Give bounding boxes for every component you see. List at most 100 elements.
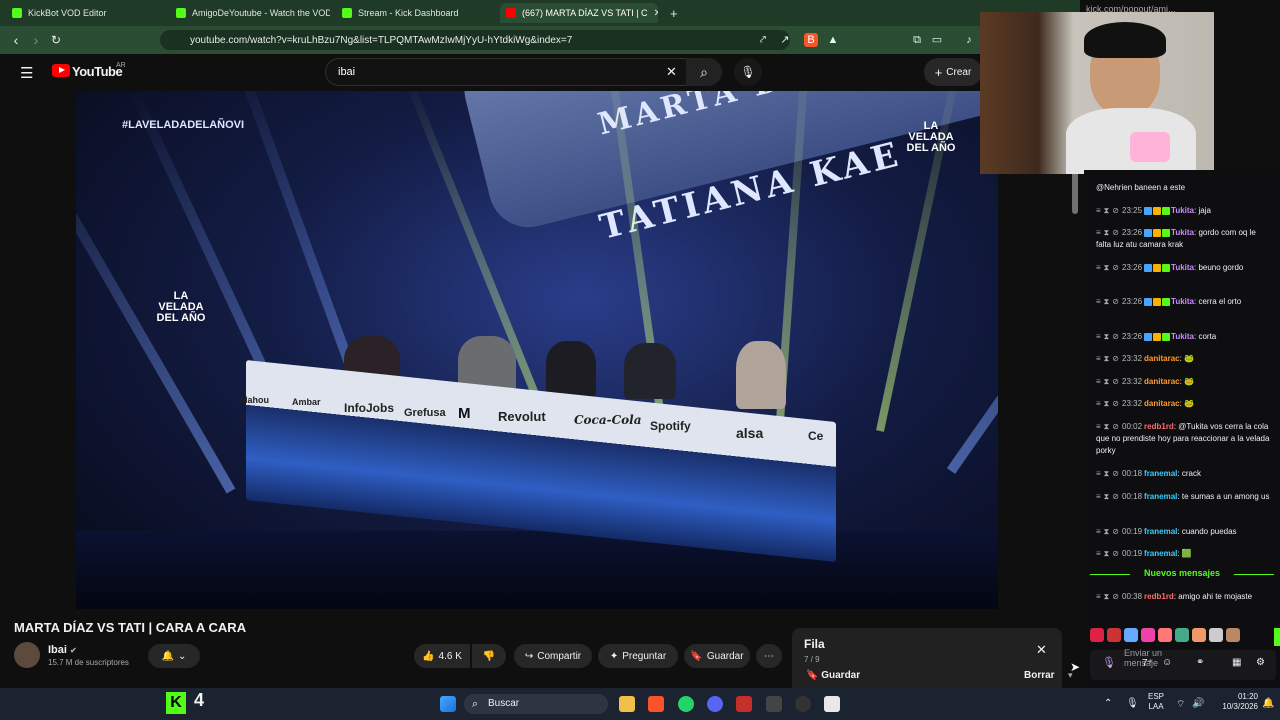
chat-username[interactable]: Tukita <box>1171 297 1194 306</box>
app-icon[interactable] <box>766 696 782 712</box>
brave-shield-icon[interactable]: B <box>804 33 818 47</box>
ban-icon[interactable]: ⊘ <box>1112 492 1119 501</box>
video-player[interactable]: TATIANA KAE MARTA D #LAVELADADELAÑOVI LA… <box>76 91 998 609</box>
chat-username[interactable]: Tukita <box>1171 263 1194 272</box>
clock[interactable]: 01:20 10/3/2026 <box>1208 692 1258 712</box>
tab-kick-dashboard[interactable]: Stream - Kick Dashboard <box>336 3 496 23</box>
settings-icon[interactable]: ⚙ <box>1256 657 1265 668</box>
menu-icon[interactable]: ☰ <box>20 64 33 82</box>
ban-icon[interactable]: ⊘ <box>1112 399 1119 408</box>
chat-username[interactable]: danitarac <box>1144 377 1180 386</box>
chat-username[interactable]: franemal <box>1144 469 1177 478</box>
tab-amigodeyoutube[interactable]: AmigoDeYoutube - Watch the VOD % <box>170 3 330 23</box>
chat-username[interactable]: franemal <box>1144 549 1177 558</box>
smiley-icon[interactable]: ☺ <box>1162 657 1172 668</box>
volume-icon[interactable]: 🔊 <box>1192 698 1204 709</box>
ban-icon[interactable]: ⊘ <box>1112 228 1119 237</box>
emote-icon[interactable] <box>1192 628 1206 642</box>
emote-icon[interactable] <box>1090 628 1104 642</box>
emote-icon[interactable] <box>1158 628 1172 642</box>
pin-icon[interactable]: ≡ <box>1096 422 1101 431</box>
notifications-button[interactable]: 🔔 ⌄ <box>148 644 200 668</box>
timeout-icon[interactable]: ⧗ <box>1104 206 1110 215</box>
pin-icon[interactable]: ≡ <box>1096 228 1101 237</box>
emote-icon[interactable]: 7⁺ <box>1142 658 1153 669</box>
pin-icon[interactable]: ≡ <box>1096 206 1101 215</box>
ban-icon[interactable]: ⊘ <box>1112 332 1119 341</box>
tab-kickbot[interactable]: KickBot VOD Editor <box>6 3 166 23</box>
chat-username[interactable]: redb1rd <box>1144 422 1174 431</box>
timeout-icon[interactable]: ⧗ <box>1104 469 1110 478</box>
back-icon[interactable]: ‹ <box>6 32 26 48</box>
pin-icon[interactable]: ≡ <box>1096 354 1101 363</box>
ask-button[interactable]: ✦ Preguntar <box>598 644 678 668</box>
music-icon[interactable]: ♪ <box>962 33 976 47</box>
reload-icon[interactable]: ↻ <box>46 33 66 47</box>
chat-username[interactable]: danitarac <box>1144 354 1180 363</box>
new-tab-button[interactable]: + <box>664 3 680 23</box>
pin-icon[interactable]: ≡ <box>1096 492 1101 501</box>
open-external-icon[interactable]: ⤤ <box>756 33 770 47</box>
ban-icon[interactable]: ⊘ <box>1112 527 1119 536</box>
timeout-icon[interactable]: ⧗ <box>1104 592 1110 601</box>
like-button[interactable]: 👍 4.6 K <box>414 644 470 668</box>
chat-username[interactable]: Tukita <box>1171 228 1194 237</box>
timeout-icon[interactable]: ⧗ <box>1104 549 1110 558</box>
emote-icon[interactable] <box>1107 628 1121 642</box>
app-icon[interactable] <box>824 696 840 712</box>
channel-avatar[interactable] <box>14 642 40 668</box>
chat-username[interactable]: franemal <box>1144 492 1177 501</box>
more-options-icon[interactable]: ⋯ <box>756 644 782 668</box>
gift-icon[interactable]: ▦ <box>1232 657 1241 668</box>
timeout-icon[interactable]: ⧗ <box>1104 399 1110 408</box>
whatsapp-icon[interactable] <box>678 696 694 712</box>
ban-icon[interactable]: ⊘ <box>1112 377 1119 386</box>
timeout-icon[interactable]: ⧗ <box>1104 527 1110 536</box>
clear-search-icon[interactable]: ✕ <box>666 64 677 80</box>
chat-input[interactable]: 🎙 Enviar un mensaje 7⁺ ☺ ⚭ ▦ ⚙ <box>1090 648 1276 680</box>
dislike-button[interactable]: 👎 <box>472 644 506 668</box>
queue-clear-button[interactable]: Borrar <box>1024 670 1055 681</box>
channel-name[interactable]: Ibai ✔ <box>48 644 77 656</box>
emote-icon[interactable] <box>1124 628 1138 642</box>
chat-username[interactable]: Tukita <box>1171 206 1194 215</box>
app-icon[interactable] <box>736 696 752 712</box>
chat-username[interactable]: franemal <box>1144 527 1177 536</box>
pin-icon[interactable]: ≡ <box>1096 549 1101 558</box>
language-indicator[interactable]: ESP LAA <box>1148 692 1164 712</box>
discord-icon[interactable] <box>707 696 723 712</box>
tray-chevron-icon[interactable]: ⌃ <box>1104 698 1112 709</box>
pin-icon[interactable]: ≡ <box>1096 399 1101 408</box>
microphone-tray-icon[interactable]: 🎙 <box>1126 698 1139 709</box>
chat-username[interactable]: danitarac <box>1144 399 1180 408</box>
emote-icon[interactable] <box>1226 628 1240 642</box>
timeout-icon[interactable]: ⧗ <box>1104 332 1110 341</box>
users-icon[interactable]: ⚭ <box>1196 657 1204 668</box>
obs-icon[interactable] <box>795 696 811 712</box>
pin-icon[interactable]: ≡ <box>1096 263 1101 272</box>
forward-icon[interactable]: › <box>26 32 46 48</box>
ban-icon[interactable]: ⊘ <box>1112 297 1119 306</box>
pin-icon[interactable]: ≡ <box>1096 377 1101 386</box>
search-input[interactable]: ibai <box>325 58 721 86</box>
close-tab-icon[interactable]: ✕ <box>654 8 658 19</box>
ban-icon[interactable]: ⊘ <box>1112 263 1119 272</box>
sidebar-icon[interactable]: ▭ <box>930 33 944 47</box>
queue-save-button[interactable]: 🔖 Guardar <box>806 670 860 681</box>
notification-bell-icon[interactable]: 🔔 <box>1262 698 1274 709</box>
pin-icon[interactable]: ≡ <box>1096 469 1101 478</box>
wifi-icon[interactable]: ⌔ <box>1176 698 1185 711</box>
timeout-icon[interactable]: ⧗ <box>1104 422 1110 431</box>
chat-username[interactable]: Tukita <box>1171 332 1194 341</box>
address-bar[interactable]: youtube.com/watch?v=kruLhBzu7Ng&list=TLP… <box>160 30 790 50</box>
file-explorer-icon[interactable] <box>619 696 635 712</box>
emote-icon[interactable] <box>1141 628 1155 642</box>
share-icon[interactable]: ↗ <box>778 33 792 47</box>
search-icon[interactable]: ⌕ <box>686 58 722 86</box>
timeout-icon[interactable]: ⧗ <box>1104 228 1110 237</box>
youtube-logo-icon[interactable] <box>52 64 70 77</box>
save-button[interactable]: 🔖 Guardar <box>684 644 750 668</box>
ban-icon[interactable]: ⊘ <box>1112 549 1119 558</box>
ban-icon[interactable]: ⊘ <box>1112 354 1119 363</box>
ban-icon[interactable]: ⊘ <box>1112 206 1119 215</box>
